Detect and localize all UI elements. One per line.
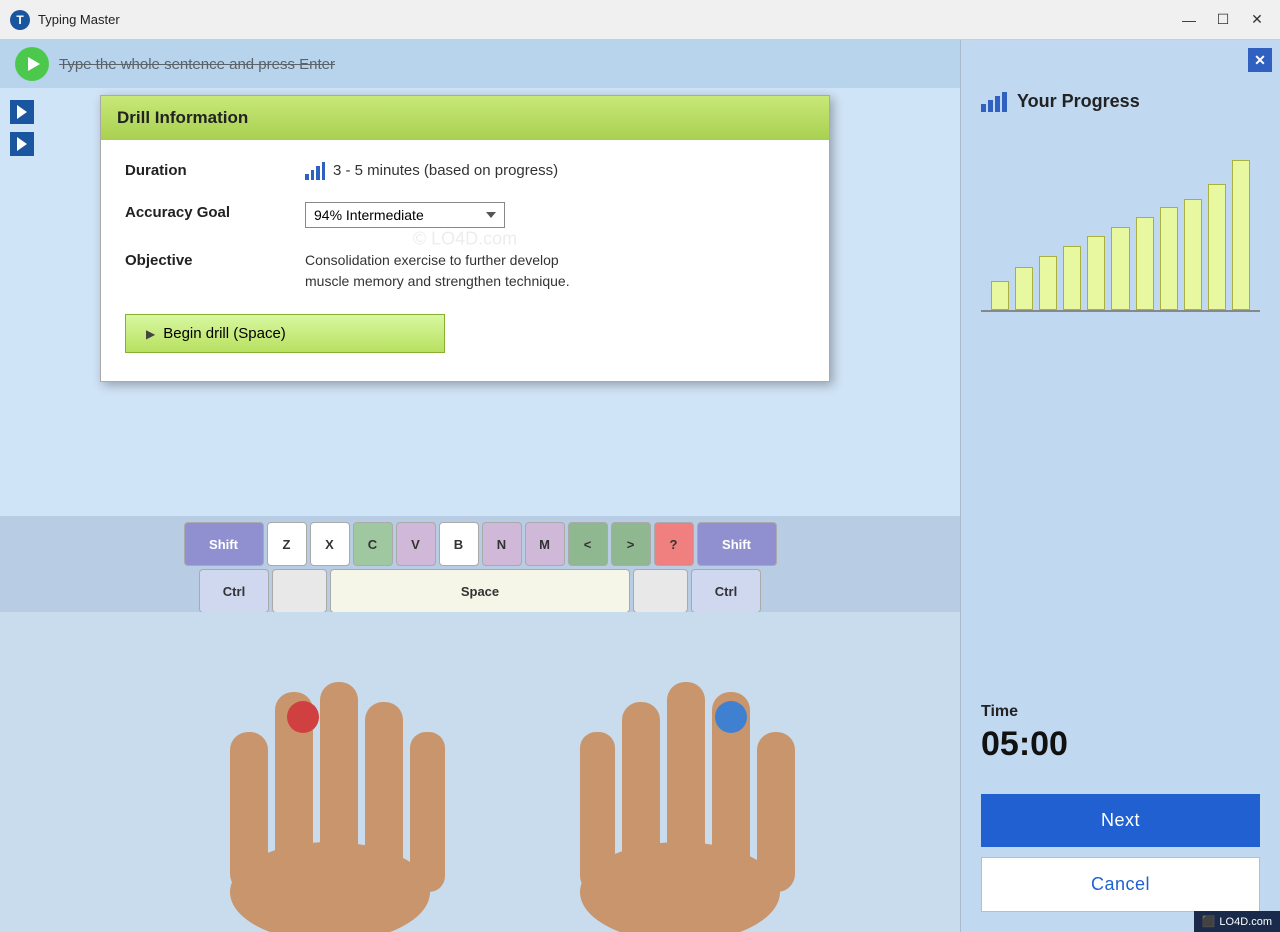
key-b[interactable]: B — [439, 522, 479, 566]
key-fn[interactable] — [272, 569, 327, 613]
chart-small-icon — [305, 160, 325, 180]
progress-chart-icon — [981, 90, 1007, 112]
maximize-button[interactable]: ☐ — [1208, 9, 1238, 31]
duration-value: 3 - 5 minutes (based on progress) — [305, 160, 805, 180]
time-label: Time — [981, 703, 1260, 721]
next-arrow-button-2[interactable] — [10, 132, 34, 156]
key-gt[interactable]: > — [611, 522, 651, 566]
duration-label: Duration — [125, 160, 305, 179]
bar-5 — [1111, 227, 1129, 310]
app-title: Typing Master — [38, 12, 120, 27]
key-ctrl-left[interactable]: Ctrl — [199, 569, 269, 613]
bar-1 — [1015, 267, 1033, 310]
bar-6 — [1136, 217, 1154, 310]
progress-bar-chart — [981, 132, 1260, 312]
begin-drill-button[interactable]: Begin drill (Space) — [125, 314, 445, 353]
accuracy-value: 94% Intermediate 90% Beginner 98% Advanc… — [305, 202, 805, 228]
footer-brand: ⬛ LO4D.com — [1194, 911, 1280, 932]
bar-10 — [1232, 160, 1250, 310]
key-lt[interactable]: < — [568, 522, 608, 566]
brand-text: LO4D.com — [1219, 916, 1272, 928]
next-arrow-button[interactable] — [10, 100, 34, 124]
progress-section: Your Progress — [961, 40, 1280, 688]
close-button[interactable]: ✕ — [1242, 9, 1272, 31]
key-z[interactable]: Z — [267, 522, 307, 566]
drill-dialog-header: Drill Information — [101, 96, 829, 140]
minimize-button[interactable]: — — [1174, 9, 1204, 31]
watermark: © LO4D.com — [413, 228, 517, 249]
brand-icon: ⬛ — [1202, 915, 1216, 928]
accuracy-row: Accuracy Goal 94% Intermediate 90% Begin… — [125, 202, 805, 228]
titlebar: T Typing Master — ☐ ✕ — [0, 0, 1280, 40]
keyboard-row-4: Ctrl Space Ctrl — [8, 569, 952, 613]
objective-text: Consolidation exercise to further develo… — [305, 250, 570, 292]
bar-0 — [991, 281, 1009, 310]
key-x[interactable]: X — [310, 522, 350, 566]
time-section: Time 05:00 — [961, 688, 1280, 779]
progress-title: Your Progress — [981, 90, 1260, 112]
keyboard-row-3: Shift Z X C V B N M < > ? Shift — [8, 522, 952, 566]
instruction-bar: Type the whole sentence and press Enter — [0, 40, 960, 88]
bar-8 — [1184, 199, 1202, 310]
key-v[interactable]: V — [396, 522, 436, 566]
hands-image — [0, 612, 960, 932]
app-icon: T — [10, 10, 30, 30]
accuracy-label: Accuracy Goal — [125, 202, 305, 221]
key-m[interactable]: M — [525, 522, 565, 566]
window-controls: — ☐ ✕ — [1174, 9, 1272, 31]
cancel-button[interactable]: Cancel — [981, 857, 1260, 912]
next-button[interactable]: Next — [981, 794, 1260, 847]
duration-row: Duration 3 - 5 minutes (based on progres… — [125, 160, 805, 180]
panel-close-button[interactable]: ✕ — [1248, 48, 1272, 72]
bar-7 — [1160, 207, 1178, 310]
bar-2 — [1039, 256, 1057, 310]
nav-arrows — [10, 100, 34, 156]
bar-4 — [1087, 236, 1105, 310]
key-ctrl-right[interactable]: Ctrl — [691, 569, 761, 613]
objective-label: Objective — [125, 250, 305, 269]
time-value: 05:00 — [981, 725, 1260, 764]
key-fn2[interactable] — [633, 569, 688, 613]
bottom-buttons: Next Cancel — [961, 779, 1280, 932]
objective-row: Objective Consolidation exercise to furt… — [125, 250, 805, 292]
play-button[interactable] — [15, 47, 49, 81]
left-area: Type the whole sentence and press Enter … — [0, 40, 960, 932]
drill-dialog-title: Drill Information — [117, 108, 248, 127]
key-n[interactable]: N — [482, 522, 522, 566]
objective-value: Consolidation exercise to further develo… — [305, 250, 805, 292]
right-panel: ✕ Your Progress Time 05:00 Next Cancel — [960, 40, 1280, 932]
bar-9 — [1208, 184, 1226, 310]
key-space[interactable]: Space — [330, 569, 630, 613]
key-shift-right[interactable]: Shift — [697, 522, 777, 566]
key-c[interactable]: C — [353, 522, 393, 566]
drill-dialog: Drill Information © LO4D.com Duration 3 — [100, 95, 830, 382]
main-content: Type the whole sentence and press Enter … — [0, 40, 1280, 932]
key-shift-left[interactable]: Shift — [184, 522, 264, 566]
drill-dialog-body: © LO4D.com Duration 3 - 5 minutes (based… — [101, 140, 829, 381]
key-slash[interactable]: ? — [654, 522, 694, 566]
hands-area — [0, 612, 960, 932]
accuracy-select[interactable]: 94% Intermediate 90% Beginner 98% Advanc… — [305, 202, 505, 228]
bar-3 — [1063, 246, 1081, 310]
instruction-text: Type the whole sentence and press Enter — [59, 56, 335, 73]
